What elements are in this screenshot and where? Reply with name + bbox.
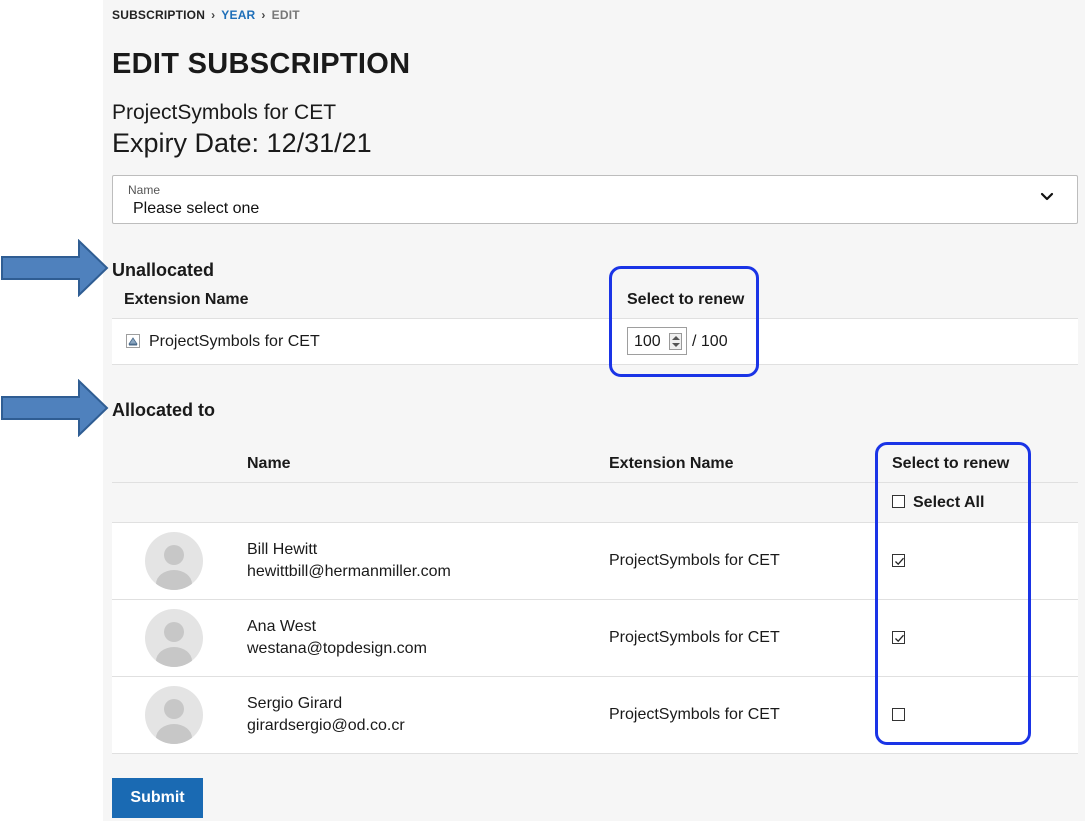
- user-extension-name: ProjectSymbols for CET: [609, 552, 780, 569]
- avatar: [145, 686, 203, 744]
- breadcrumb: SUBSCRIPTION › YEAR › EDIT: [112, 8, 300, 22]
- user-name: Bill Hewitt: [247, 541, 318, 558]
- breadcrumb-edit: EDIT: [271, 8, 300, 22]
- user-extension-name: ProjectSymbols for CET: [609, 706, 780, 723]
- page-title: EDIT SUBSCRIPTION: [112, 48, 411, 80]
- breadcrumb-year[interactable]: YEAR: [221, 8, 255, 22]
- user-placeholder-icon: [156, 699, 192, 744]
- submit-button[interactable]: Submit: [112, 778, 203, 818]
- avatar: [145, 532, 203, 590]
- allocated-header-name: Name: [247, 455, 291, 472]
- product-name: ProjectSymbols for CET: [112, 101, 337, 124]
- expiry-date: Expiry Date: 12/31/21: [112, 128, 372, 158]
- chevron-down-icon: [1040, 192, 1054, 201]
- unallocated-extension-name: ProjectSymbols for CET: [149, 333, 320, 350]
- divider: [112, 364, 1078, 365]
- divider: [112, 753, 1078, 754]
- arrow-right-icon: [1, 379, 109, 437]
- allocated-title: Allocated to: [112, 400, 216, 420]
- user-email: westana@topdesign.com: [247, 640, 427, 657]
- avatar: [145, 609, 203, 667]
- user-name: Ana West: [247, 618, 317, 635]
- user-placeholder-icon: [156, 622, 192, 667]
- user-email: girardsergio@od.co.cr: [247, 717, 405, 734]
- name-select-value: Please select one: [133, 200, 260, 217]
- unallocated-title: Unallocated: [112, 260, 215, 280]
- name-select-label: Name: [128, 183, 161, 197]
- arrow-right-icon: [1, 239, 109, 297]
- user-extension-name: ProjectSymbols for CET: [609, 629, 780, 646]
- user-email: hewittbill@hermanmiller.com: [247, 563, 451, 580]
- unallocated-header-extension: Extension Name: [124, 291, 249, 308]
- highlight-box: [609, 266, 759, 377]
- allocated-header-extension: Extension Name: [609, 455, 734, 472]
- extension-icon: [126, 334, 140, 348]
- name-select[interactable]: Name Please select one: [112, 175, 1078, 224]
- user-name: Sergio Girard: [247, 695, 343, 712]
- chevron-right-icon: ›: [261, 8, 266, 22]
- breadcrumb-subscription[interactable]: SUBSCRIPTION: [112, 8, 205, 22]
- highlight-box: [875, 442, 1031, 745]
- chevron-right-icon: ›: [211, 8, 216, 22]
- user-placeholder-icon: [156, 545, 192, 590]
